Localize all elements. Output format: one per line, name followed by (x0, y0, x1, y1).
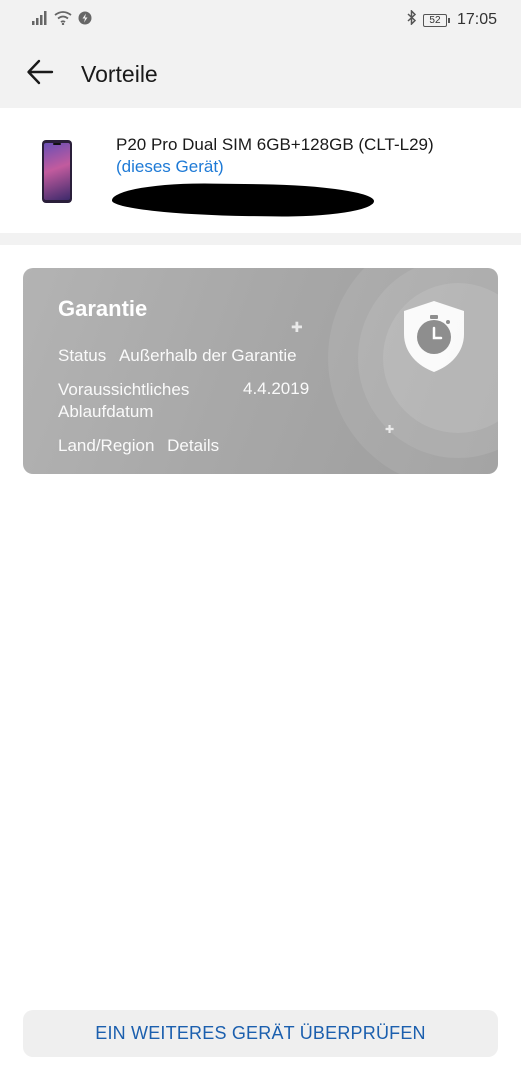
device-card: P20 Pro Dual SIM 6GB+128GB (CLT-L29) (di… (0, 108, 521, 233)
device-name: P20 Pro Dual SIM 6GB+128GB (CLT-L29) (116, 135, 434, 154)
back-button[interactable] (10, 44, 70, 104)
sparkle-icon: ✚ (385, 424, 395, 436)
redacted-serial (111, 182, 375, 218)
status-label: Status (58, 346, 107, 365)
this-device-label: (dieses Gerät) (116, 157, 224, 176)
section-divider (0, 233, 521, 245)
status-icons-left (32, 10, 92, 30)
status-value: Außerhalb der Garantie (118, 346, 297, 365)
status-icons-right: 52 17:05 (407, 9, 497, 30)
region-details-link[interactable]: Details (167, 436, 219, 455)
expiry-label: Voraussichtliches Ablaufdatum (58, 380, 190, 421)
bluetooth-icon (407, 9, 417, 30)
region-label: Land/Region (58, 436, 155, 455)
shield-timer-icon (400, 298, 468, 374)
clock: 17:05 (456, 11, 497, 28)
status-bar: 52 17:05 (0, 0, 521, 40)
signal-icon (32, 10, 48, 30)
data-saver-icon (78, 11, 92, 30)
app-header: Vorteile (0, 40, 521, 108)
phone-image (42, 140, 72, 203)
check-another-device-button[interactable]: EIN WEITERES GERÄT ÜBERPRÜFEN (23, 1010, 498, 1057)
arrow-left-icon (25, 57, 55, 92)
wifi-icon (54, 10, 72, 30)
battery-icon: 52 (422, 13, 450, 27)
warranty-card: ✚ ✚ Garantie Status Außerhalb der Garant… (23, 268, 498, 474)
warranty-title: Garantie (58, 296, 148, 321)
status-row: Status Außerhalb der Garantie (58, 346, 297, 366)
expiry-value: 4.4.2019 (243, 379, 310, 398)
region-row: Land/Region Details (58, 436, 219, 456)
page-title: Vorteile (81, 60, 158, 87)
sparkle-icon: ✚ (291, 319, 303, 335)
